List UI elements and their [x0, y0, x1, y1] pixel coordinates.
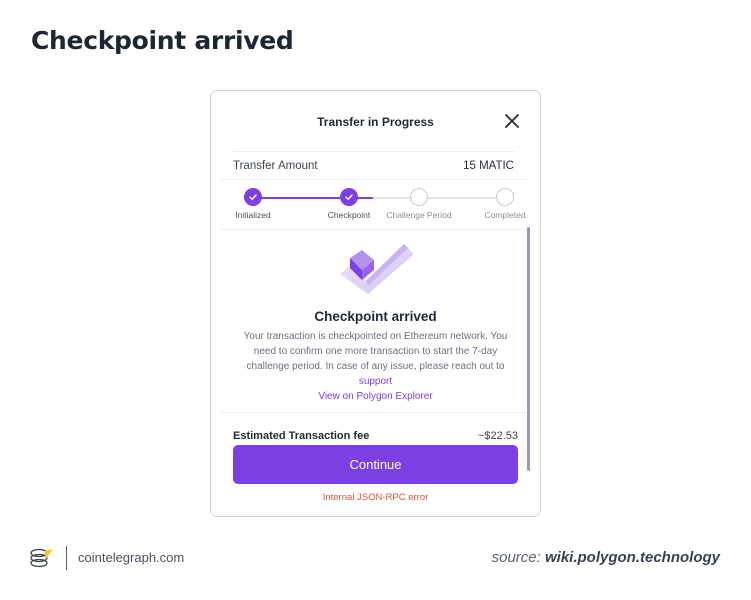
divider — [221, 412, 528, 413]
transaction-fee-row: Estimated Transaction fee ~$22.53 — [233, 430, 518, 442]
step-dot-done — [340, 188, 358, 206]
step-initialized: Initialized — [213, 187, 293, 220]
page-title: Checkpoint arrived — [31, 26, 294, 55]
divider — [221, 179, 528, 180]
step-label: Completed — [484, 210, 526, 220]
divider — [221, 229, 528, 230]
status-title: Checkpoint arrived — [314, 309, 437, 324]
fee-value: ~$22.53 — [477, 430, 518, 442]
cointelegraph-logo-icon — [30, 547, 54, 569]
source-prefix: source: — [491, 549, 541, 566]
status-description: Your transaction is checkpointed on Ethe… — [243, 331, 508, 372]
source-site: wiki.polygon.technology — [544, 549, 720, 566]
continue-button[interactable]: Continue — [233, 445, 518, 484]
status-description-block: Your transaction is checkpointed on Ethe… — [233, 329, 518, 389]
check-icon — [345, 194, 353, 200]
step-label: Challenge Period — [386, 210, 452, 220]
error-message: Internal JSON-RPC error — [322, 492, 429, 503]
step-label: Checkpoint — [327, 210, 371, 220]
fee-label: Estimated Transaction fee — [233, 430, 370, 442]
check-icon — [249, 194, 257, 200]
modal-title: Transfer in Progress — [317, 115, 434, 129]
footer-separator — [66, 546, 67, 570]
transfer-amount-value: 15 MATIC — [463, 159, 514, 172]
transfer-amount-row: Transfer Amount 15 MATIC — [233, 151, 514, 179]
step-dot-pending — [496, 188, 514, 206]
support-link[interactable]: support — [233, 374, 518, 389]
step-completed: Completed — [465, 187, 540, 220]
transfer-modal: Transfer in Progress Transfer Amount 15 … — [210, 90, 541, 517]
checkpoint-illustration — [336, 236, 416, 296]
source-credit: source: wiki.polygon.technology — [492, 549, 720, 566]
close-icon — [505, 114, 519, 128]
transfer-amount-label: Transfer Amount — [233, 159, 318, 172]
step-dot-pending — [410, 188, 428, 206]
step-dot-done — [244, 188, 262, 206]
step-checkpoint: Checkpoint — [309, 187, 389, 220]
footer-brand: cointelegraph.com — [78, 550, 185, 565]
step-label: Initialized — [235, 210, 271, 220]
progress-stepper: Initialized Checkpoint Challenge Period … — [233, 187, 526, 223]
scrollbar[interactable] — [527, 227, 530, 471]
modal-header: Transfer in Progress — [211, 91, 540, 151]
view-explorer-link[interactable]: View on Polygon Explorer — [211, 391, 540, 402]
close-button[interactable] — [504, 113, 520, 129]
step-challenge-period: Challenge Period — [379, 187, 459, 220]
